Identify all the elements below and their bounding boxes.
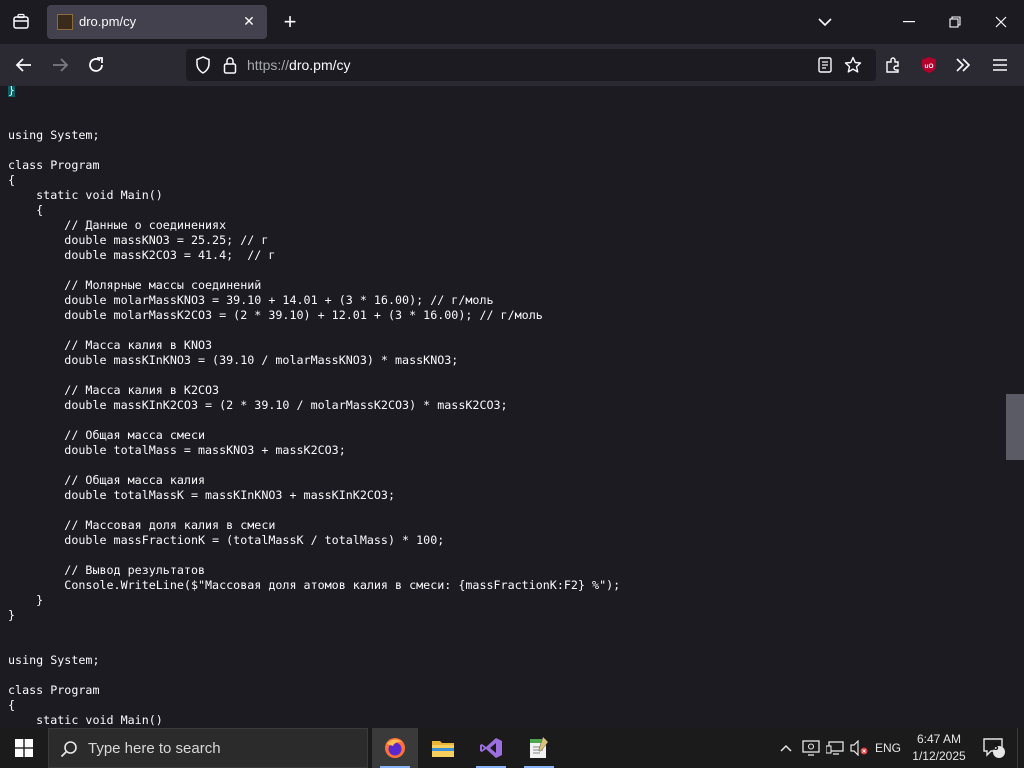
code-line: double massFractionK = (totalMassK / tot… xyxy=(8,533,445,547)
code-line: // Общая масса смеси xyxy=(8,428,206,442)
code-line: // Данные о соединениях xyxy=(8,218,227,232)
code-line: static void Main() xyxy=(8,713,163,727)
update-monitor-icon[interactable] xyxy=(800,738,822,758)
code-line: // Общая масса калия xyxy=(8,473,206,487)
reload-icon[interactable] xyxy=(81,50,111,80)
firefox-app-icon[interactable] xyxy=(372,728,418,768)
url-bar[interactable]: https://dro.pm/cy xyxy=(186,49,876,81)
volume-muted-icon[interactable] xyxy=(848,738,870,758)
code-line: // Молярные массы соединений xyxy=(8,278,262,292)
code-line: { xyxy=(8,203,44,217)
code-line: class Program xyxy=(8,683,100,697)
scrollbar-thumb[interactable] xyxy=(1006,394,1024,460)
code-text: } using System; class Program { static v… xyxy=(8,86,620,728)
tab-list-icon[interactable] xyxy=(6,8,36,36)
code-line: double molarMassKNO3 = 39.10 + 14.01 + (… xyxy=(8,293,494,307)
tracking-protection-shield-icon[interactable] xyxy=(188,50,218,80)
code-line: double massK2CO3 = 41.4; // г xyxy=(8,248,276,262)
network-icon[interactable] xyxy=(824,738,846,758)
code-line: Console.WriteLine($"Массовая доля атомов… xyxy=(8,578,621,592)
clock-time: 6:47 AM xyxy=(916,732,962,746)
arrow-left-icon[interactable] xyxy=(9,50,39,80)
code-line: using System; xyxy=(8,128,100,142)
url-text: https://dro.pm/cy xyxy=(247,57,351,73)
restore-icon[interactable] xyxy=(932,8,978,36)
site-favicon-icon xyxy=(57,14,73,30)
code-line: } xyxy=(8,86,16,97)
tab-title: dro.pm/cy xyxy=(79,14,137,29)
code-line: static void Main() xyxy=(8,188,163,202)
code-line: } xyxy=(8,593,44,607)
clock[interactable]: 6:47 AM 1/12/2025 xyxy=(904,731,974,765)
code-line: } xyxy=(8,608,16,622)
file-explorer-app-icon[interactable] xyxy=(420,728,466,768)
double-chevron-icon[interactable] xyxy=(948,50,978,80)
clock-date: 1/12/2025 xyxy=(912,749,966,763)
chevron-up-icon[interactable] xyxy=(776,738,796,758)
notification-count-badge: 3 xyxy=(993,742,999,753)
close-window-icon[interactable] xyxy=(978,8,1024,36)
show-desktop-button[interactable] xyxy=(1017,728,1024,768)
notepad-app-icon[interactable] xyxy=(516,728,562,768)
code-line: double molarMassK2CO3 = (2 * 39.10) + 12… xyxy=(8,308,543,322)
search-placeholder: Type here to search xyxy=(88,740,221,757)
reader-view-icon[interactable] xyxy=(810,50,840,80)
language-indicator[interactable]: ENG xyxy=(872,738,904,758)
code-line: // Масса калия в KNO3 xyxy=(8,338,213,352)
plus-icon[interactable]: + xyxy=(276,8,304,36)
code-line: double massKInK2CO3 = (2 * 39.10 / molar… xyxy=(8,398,508,412)
code-line: // Вывод результатов xyxy=(8,563,206,577)
tab-close-icon[interactable]: ✕ xyxy=(239,11,259,31)
search-icon xyxy=(59,739,79,759)
puzzle-icon[interactable] xyxy=(878,50,908,80)
visual-studio-app-icon[interactable] xyxy=(468,728,514,768)
minimize-icon[interactable] xyxy=(886,8,932,36)
code-line: // Масса калия в K2CO3 xyxy=(8,383,220,397)
lock-icon[interactable] xyxy=(215,50,245,80)
arrow-right-icon[interactable] xyxy=(45,50,75,80)
hamburger-menu-icon[interactable] xyxy=(985,50,1015,80)
ublock-origin-icon[interactable]: uO xyxy=(914,50,944,80)
code-line: class Program xyxy=(8,158,100,172)
chevron-down-icon[interactable] xyxy=(811,8,839,36)
svg-text:uO: uO xyxy=(924,63,933,70)
code-line: using System; xyxy=(8,653,100,667)
code-line: { xyxy=(8,698,16,712)
taskbar-search-box[interactable]: Type here to search xyxy=(48,728,368,768)
code-line: double totalMass = massKNO3 + massK2CO3; xyxy=(8,443,346,457)
page-content: } using System; class Program { static v… xyxy=(0,86,1008,728)
tab-bar: dro.pm/cy ✕ + xyxy=(0,0,1024,44)
code-line: double massKInKNO3 = (39.10 / molarMassK… xyxy=(8,353,459,367)
star-icon[interactable] xyxy=(838,50,868,80)
code-line: double totalMassK = massKInKNO3 + massKI… xyxy=(8,488,396,502)
windows-start-icon[interactable] xyxy=(0,728,48,768)
code-line: double massKNO3 = 25.25; // г xyxy=(8,233,269,247)
code-line: { xyxy=(8,173,16,187)
notifications-icon[interactable]: 3 xyxy=(980,738,1008,758)
navigation-toolbar: https://dro.pm/cy uO xyxy=(0,44,1024,86)
tab-active[interactable]: dro.pm/cy ✕ xyxy=(47,5,267,39)
taskbar: Type here to search ENG 6:47 AM 1/12/202… xyxy=(0,728,1024,768)
code-line: // Массовая доля калия в смеси xyxy=(8,518,276,532)
